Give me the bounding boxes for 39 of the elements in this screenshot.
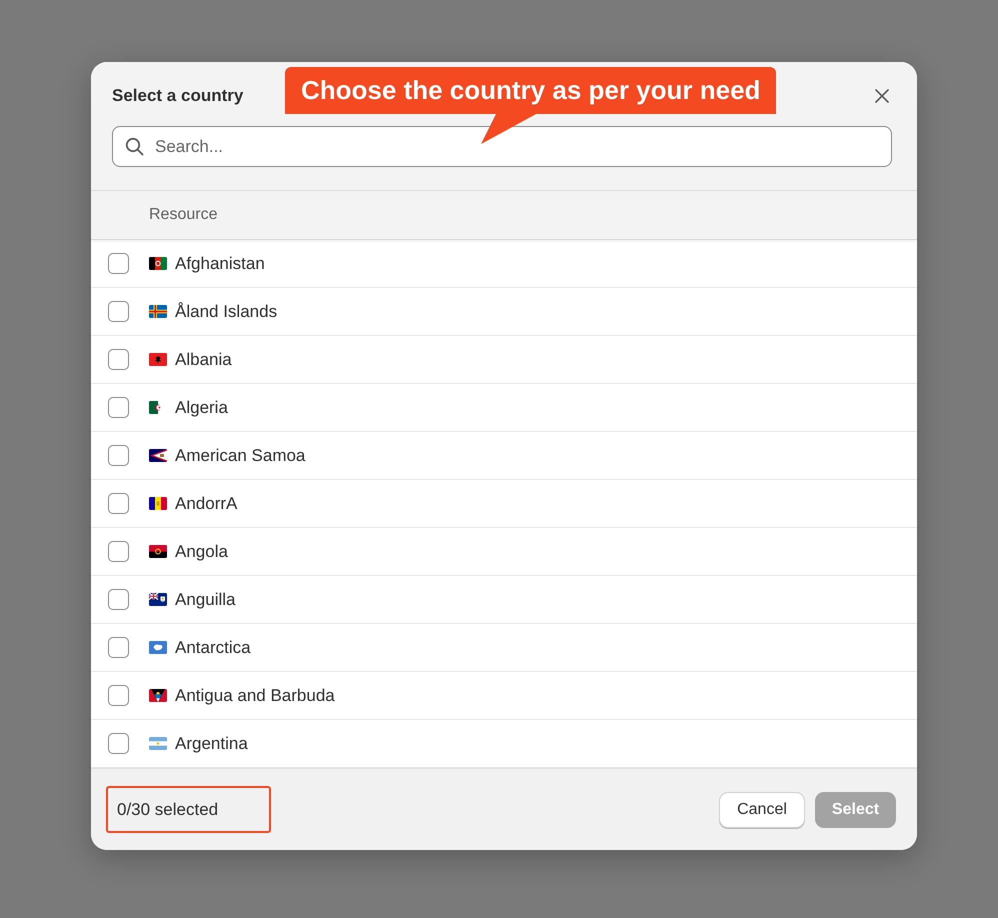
flag-icon [149,545,167,558]
country-name: Afghanistan [175,254,265,274]
country-name: Anguilla [175,590,236,610]
flag-icon [149,689,167,702]
checkbox[interactable] [108,541,129,562]
checkbox[interactable] [108,301,129,322]
checkbox[interactable] [108,445,129,466]
search-icon [125,137,144,156]
checkbox[interactable] [108,397,129,418]
cancel-button[interactable]: Cancel [719,792,805,828]
checkbox[interactable] [108,349,129,370]
country-name: Antigua and Barbuda [175,686,335,706]
flag-icon [149,593,167,606]
checkbox[interactable] [108,493,129,514]
checkbox[interactable] [108,733,129,754]
country-name: Åland Islands [175,302,278,322]
country-name: Algeria [175,398,228,418]
country-name: Argentina [175,734,248,754]
flag-icon [149,641,167,654]
flag-icon [149,449,167,462]
close-icon[interactable] [875,89,889,103]
country-name: Angola [175,542,228,562]
flag-icon [149,257,167,270]
flag-icon [149,737,167,750]
checkbox[interactable] [108,637,129,658]
checkbox[interactable] [108,589,129,610]
checkbox[interactable] [108,253,129,274]
country-name: American Samoa [175,446,306,466]
country-name: AndorrA [175,494,238,514]
column-header: Resource [149,206,218,224]
callout: Choose the country as per your need [285,67,776,144]
checkbox[interactable] [108,685,129,706]
country-name: Albania [175,350,232,370]
flag-icon [149,353,167,366]
flag-icon [149,305,167,318]
flag-icon [149,497,167,510]
dialog-title: Select a country [112,86,244,106]
country-name: Antarctica [175,638,251,658]
selection-count: 0/30 selected [117,800,218,820]
